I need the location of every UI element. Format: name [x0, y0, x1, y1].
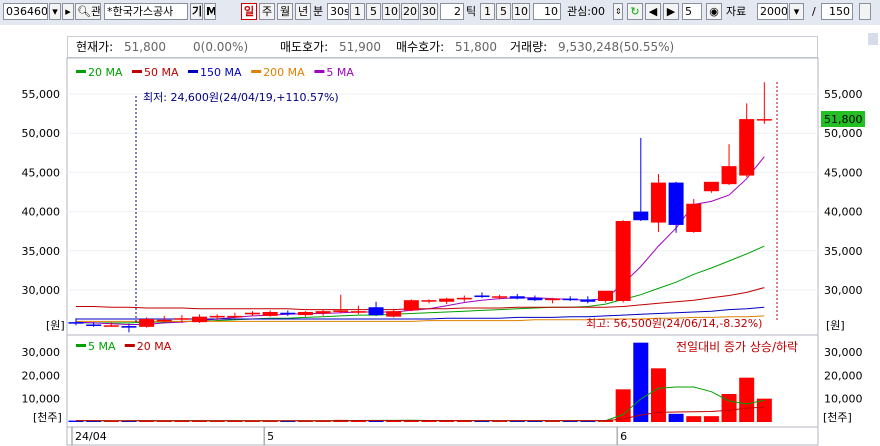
ask-price-value: 51,900 [339, 40, 381, 54]
m-button[interactable]: M [204, 3, 216, 20]
period-yearly-button[interactable]: 년 [295, 3, 311, 20]
slash-label: / [812, 5, 816, 18]
chevron-down-icon[interactable]: ▾ [789, 3, 804, 20]
next-icon[interactable]: ▶ [663, 3, 679, 20]
minute-20-button[interactable]: 20 [401, 3, 419, 20]
prev-icon[interactable]: ◀ [645, 3, 661, 20]
current-price-value: 51,800 [124, 40, 166, 54]
tick-10-button[interactable]: 10 [512, 3, 530, 20]
data-label: 자료 [726, 5, 747, 18]
minute-30-button[interactable]: 30 [420, 3, 438, 20]
data-count-select[interactable]: 2000 [757, 3, 788, 20]
tick-5-button[interactable]: 5 [496, 3, 511, 20]
view-count-input[interactable]: 150 [821, 3, 853, 20]
code-dropdown-arrow[interactable]: ▾ [49, 3, 61, 20]
search-button[interactable]: 🔍︎관 [75, 3, 101, 20]
option-checkbox[interactable] [859, 3, 871, 20]
chart-area [0, 25, 880, 446]
period-daily-button[interactable]: 일 [241, 3, 257, 20]
ask-price-label: 매도호가: [280, 40, 329, 54]
bid-price-label: 매수호가: [396, 40, 445, 54]
minute-input[interactable]: 30s [327, 3, 349, 20]
period-monthly-button[interactable]: 월 [277, 3, 293, 20]
tick-count-input[interactable]: 10 [533, 3, 561, 20]
volume-value: 9,530,248(50.55%) [558, 40, 675, 54]
price-change: 0(0.00%) [193, 40, 249, 54]
gi-button[interactable]: 기 [190, 3, 203, 20]
step-input[interactable]: 5 [682, 3, 702, 20]
tick-label: 틱 [466, 5, 477, 18]
stock-code-input[interactable]: 036460 [3, 3, 48, 20]
tick-input[interactable]: 2 [440, 3, 464, 20]
settings-dial-icon[interactable]: ◉ [706, 3, 722, 20]
search-icon: 🔍︎ [77, 5, 91, 18]
minute-5-button[interactable]: 5 [366, 3, 381, 20]
refresh-icon[interactable]: ↻ [627, 3, 643, 20]
play-icon[interactable]: ▸ [62, 3, 74, 20]
current-price-label: 현재가: [76, 40, 114, 54]
tick-1-button[interactable]: 1 [480, 3, 495, 20]
period-weekly-button[interactable]: 주 [259, 3, 275, 20]
interest-spinner[interactable]: ⇕ [613, 3, 623, 20]
quote-info-bar: 현재가: 51,800 0(0.00%) 매도호가: 51,900 매수호가: … [67, 36, 818, 58]
interest-label: 관심:00 [567, 5, 605, 18]
bid-price-value: 51,800 [455, 40, 497, 54]
minute-10-button[interactable]: 10 [382, 3, 400, 20]
search-label: 관 [90, 5, 101, 18]
minute-1-button[interactable]: 1 [350, 3, 365, 20]
minute-label: 분 [313, 5, 324, 18]
stock-name-field[interactable]: *한국가스공사 [104, 3, 188, 20]
top-toolbar: 036460 ▾ ▸ 🔍︎관 *한국가스공사 기 M 일 주 월 년 분 30s… [0, 0, 880, 26]
volume-label: 거래량: [510, 40, 548, 54]
